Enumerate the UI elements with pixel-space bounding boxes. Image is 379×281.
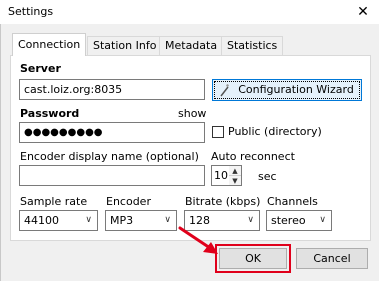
encoder-name-input[interactable] [19,165,205,186]
configuration-wizard-button[interactable]: Configuration Wizard [212,79,362,101]
tab-station-info[interactable]: Station Info [87,36,163,55]
tab-statistics[interactable]: Statistics [221,36,284,55]
sample-rate-select[interactable]: 44100 ∨ [19,210,98,231]
channels-value: stereo [271,214,306,227]
chevron-down-icon: ∨ [247,215,254,225]
chevron-down-icon: ∨ [319,215,326,225]
auto-reconnect-spinner[interactable]: ▲ ▼ [229,165,242,186]
auto-reconnect-input[interactable]: 10 [211,165,230,186]
window-title: Settings [8,5,54,18]
server-input[interactable]: cast.loiz.org:8035 [19,79,205,100]
ok-button[interactable]: OK [219,248,287,269]
chevron-down-icon: ∨ [164,215,171,225]
show-password-link[interactable]: show [178,107,206,120]
password-input[interactable]: ●●●●●●●●● [19,122,205,143]
cancel-button[interactable]: Cancel [296,248,368,269]
auto-reconnect-label: Auto reconnect [211,150,295,163]
window-border [0,24,1,281]
tab-connection[interactable]: Connection [12,33,87,56]
public-label: Public (directory) [228,125,322,138]
encoder-label: Encoder [106,195,151,208]
sample-rate-value: 44100 [24,214,59,227]
spin-down-icon[interactable]: ▼ [229,176,241,186]
server-label: Server [20,62,61,75]
magic-wand-icon [220,84,229,97]
channels-select[interactable]: stereo ∨ [266,210,332,231]
chevron-down-icon: ∨ [85,215,92,225]
encoder-select[interactable]: MP3 ∨ [105,210,177,231]
channels-label: Channels [267,195,318,208]
sec-label: sec [258,170,277,183]
close-icon[interactable]: ✕ [352,1,374,23]
tab-metadata[interactable]: Metadata [159,36,224,55]
encoder-name-label: Encoder display name (optional) [20,150,199,163]
password-label: Password [20,107,80,120]
spin-up-icon[interactable]: ▲ [229,166,241,176]
bitrate-label: Bitrate (kbps) [185,195,261,208]
sample-rate-label: Sample rate [20,195,88,208]
wizard-label: Configuration Wizard [238,83,354,96]
public-checkbox[interactable] [212,126,224,138]
title-bar [0,0,379,24]
encoder-value: MP3 [110,214,134,227]
